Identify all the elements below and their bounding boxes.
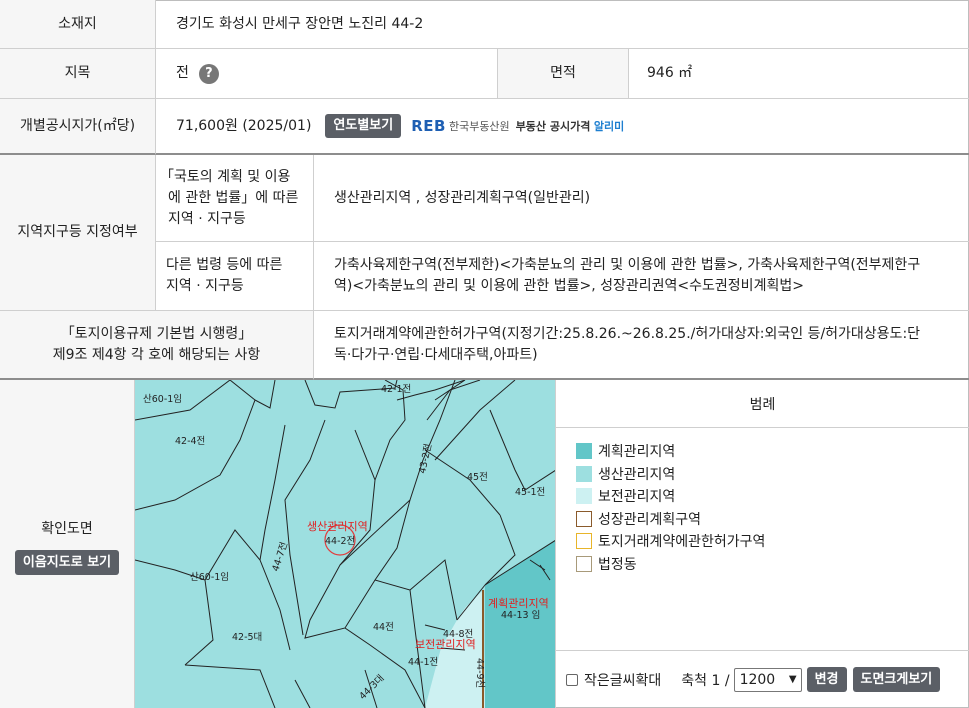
chevron-down-icon: ▼ xyxy=(788,674,797,685)
legend-label: 생산관리지역 xyxy=(598,466,676,483)
location-value: 경기도 화성시 만세구 장안면 노진리 44-2 xyxy=(156,0,969,49)
reb-price-link[interactable]: REB 한국부동산원 부동산 공시가격 알리미 xyxy=(411,116,624,137)
legend-label: 법정동 xyxy=(598,556,637,573)
zone-label-production: 생산관리지역 xyxy=(307,520,368,533)
parcel-label: 44-2전 xyxy=(325,536,355,547)
parcel-label: 44-9천 xyxy=(474,658,485,688)
legend-swatch xyxy=(576,555,592,572)
legend-item: 생산관리지역 xyxy=(576,463,969,486)
area-value: 946 ㎡ xyxy=(629,49,969,99)
legend-label: 보전관리지역 xyxy=(598,489,676,506)
legend-title: 범례 xyxy=(556,380,969,428)
map-controls: 작은글씨확대 축척 1 / 1200 ▼ 변경 도면크게보기 xyxy=(556,650,969,708)
location-header: 소재지 xyxy=(0,0,156,49)
official-price-value: 71,600원 (2025/01) 연도별보기 REB 한국부동산원 부동산 공… xyxy=(156,99,969,155)
legend-swatch xyxy=(576,443,592,460)
legend-item: 토지거래계약에관한허가구역 xyxy=(576,530,969,553)
legend-list: 계획관리지역생산관리지역보전관리지역성장관리계획구역토지거래계약에관한허가구역법… xyxy=(556,428,969,575)
legend-swatch xyxy=(576,465,592,482)
question-icon[interactable]: ? xyxy=(198,63,219,84)
legend-item: 보전관리지역 xyxy=(576,485,969,508)
zone-label-planned: 계획관리지역 xyxy=(488,597,549,610)
parcel-label: 45전 xyxy=(467,472,488,483)
legend-swatch xyxy=(576,488,592,505)
legend-item: 계획관리지역 xyxy=(576,440,969,463)
area-header: 면적 xyxy=(498,49,629,99)
parcel-label: 산60-1임 xyxy=(143,393,182,405)
zoning-law2-label: 다른 법령 등에 따른 지역 · 지구등 xyxy=(156,242,314,311)
small-text-enlarge-label: 작은글씨확대 xyxy=(584,672,662,689)
scale-select[interactable]: 1200 ▼ xyxy=(733,667,802,692)
zoning-law1-value: 생산관리지역 , 성장관리계획구역(일반관리) xyxy=(314,155,969,242)
zoning-law1-label: 「국토의 계획 및 이용 에 관한 법률」에 따른 지역 · 지구등 xyxy=(156,155,314,242)
scale-label: 축척 1 / xyxy=(681,672,730,689)
map-canvas: 산60-1임 42-1전 42-4전 43-2전 45전 45-1전 44-2전… xyxy=(135,380,555,708)
official-price-header: 개별공시지가(㎡당) xyxy=(0,99,156,155)
regulation-header: 「토지이용규제 기본법 시행령」 제9조 제4항 각 호에 해당되는 사항 xyxy=(0,311,314,380)
legend-label: 토지거래계약에관한허가구역 xyxy=(598,534,766,551)
regulation-value: 토지거래계약에관한허가구역(지정기간:25.8.26.~26.8.25./허가대… xyxy=(314,311,969,380)
small-text-enlarge-checkbox[interactable] xyxy=(566,673,578,686)
land-category-value: 전 ? xyxy=(156,49,498,99)
zoning-law2-value: 가축사육제한구역(전부제한)<가축분뇨의 관리 및 이용에 관한 법률>, 가축… xyxy=(314,242,969,311)
scale-change-button[interactable]: 변경 xyxy=(806,667,847,692)
parcel-label: 45-1전 xyxy=(515,487,545,498)
parcel-label: 44-13 임 xyxy=(501,609,540,621)
parcel-label: 44-1전 xyxy=(408,657,438,668)
cadastral-map[interactable]: 산60-1임 42-1전 42-4전 43-2전 45전 45-1전 44-2전… xyxy=(135,380,556,708)
land-category-header: 지목 xyxy=(0,49,156,99)
view-in-eum-map-button[interactable]: 이음지도로 보기 xyxy=(14,550,120,575)
reb-logo: REB xyxy=(411,116,446,135)
zone-label-conservation: 보전관리지역 xyxy=(415,638,476,651)
parcel-label: 44전 xyxy=(373,622,394,633)
parcel-label: 산60-1임 xyxy=(190,571,229,583)
legend-label: 성장관리계획구역 xyxy=(598,511,702,528)
map-section-header: 확인도면 이음지도로 보기 xyxy=(0,380,135,708)
map-legend-panel: 범례 계획관리지역생산관리지역보전관리지역성장관리계획구역토지거래계약에관한허가… xyxy=(556,380,969,708)
enlarge-map-button[interactable]: 도면크게보기 xyxy=(852,667,941,692)
legend-item: 법정동 xyxy=(576,553,969,576)
legend-label: 계획관리지역 xyxy=(598,444,676,461)
parcel-label: 42-4전 xyxy=(175,436,205,447)
legend-item: 성장관리계획구역 xyxy=(576,508,969,531)
zoning-header: 지역지구등 지정여부 xyxy=(0,155,156,311)
legend-swatch xyxy=(576,533,592,550)
legend-swatch xyxy=(576,510,592,527)
parcel-label: 42-5대 xyxy=(232,632,262,643)
year-view-button[interactable]: 연도별보기 xyxy=(325,114,402,138)
parcel-label: 42-1전 xyxy=(381,384,411,395)
